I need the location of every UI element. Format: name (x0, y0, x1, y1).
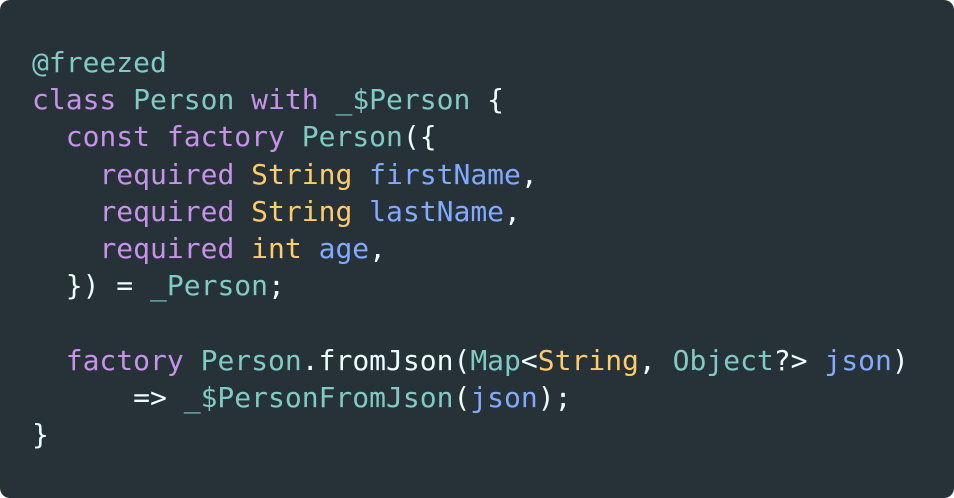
code-snippet-panel: @freezed class Person with _$Person { con… (0, 0, 954, 498)
code-token-class: Person (301, 120, 403, 154)
code-token-param: json (470, 380, 538, 414)
code-line: required String lastName, (32, 193, 922, 230)
code-token-type: int (251, 231, 302, 265)
code-token-class: _$Person (335, 83, 471, 117)
code-token-plain: }) = (32, 269, 151, 303)
code-token-plain: ) (891, 343, 909, 377)
code-token-plain: ( (453, 343, 471, 377)
code-block: @freezed class Person with _$Person { con… (32, 44, 922, 453)
code-token-plain: { (470, 83, 505, 117)
code-token-plain: ); (537, 380, 572, 414)
code-token-type: String (537, 343, 639, 377)
code-token-keyword: class (32, 83, 117, 117)
code-line: }) = _Person; (32, 267, 922, 304)
code-line: required String firstName, (32, 156, 922, 193)
code-token-class: Object (672, 343, 774, 377)
code-token-keyword: required (99, 194, 235, 228)
code-token-keyword: factory (65, 343, 184, 377)
code-token-keyword: const (65, 120, 151, 154)
code-token-plain: , (638, 343, 673, 377)
code-token-plain: ; (268, 269, 285, 303)
code-token-plain: < (520, 343, 538, 377)
code-token-keyword: required (99, 231, 235, 265)
code-token-class: Person (200, 343, 302, 377)
code-token-plain: ( (453, 380, 471, 414)
code-token-keyword: factory (166, 120, 285, 154)
code-token-plain: , (520, 157, 538, 191)
code-line: } (32, 416, 922, 453)
code-line: => _$PersonFromJson(json); (32, 379, 922, 416)
code-token-type: String (251, 157, 353, 191)
code-line: @freezed (32, 44, 922, 81)
code-token-class: Person (133, 83, 235, 117)
code-line: const factory Person({ (32, 118, 922, 155)
code-token-class: Map (470, 343, 521, 377)
code-token-type: String (251, 194, 353, 228)
code-line: class Person with _$Person { (32, 81, 922, 118)
code-token-plain: , (504, 194, 521, 228)
code-token-keyword: required (99, 157, 235, 191)
code-line: factory Person.fromJson(Map<String, Obje… (32, 342, 922, 379)
code-token-plain: => (32, 380, 184, 414)
code-token-annotation: @freezed (32, 46, 167, 79)
code-token-function: fromJson (318, 343, 454, 377)
code-token-plain: ?> (773, 343, 825, 377)
code-token-param: json (824, 343, 892, 377)
code-token-plain: } (32, 417, 49, 451)
code-token-plain: . (301, 343, 319, 377)
code-token-plain: , (369, 231, 387, 265)
code-token-plain: ({ (402, 120, 437, 154)
code-token-class: _Person (150, 269, 269, 303)
code-token-param: lastName (369, 194, 505, 228)
code-token-keyword: with (251, 83, 319, 117)
code-token-class: _$PersonFromJson (183, 380, 454, 414)
code-token-param: age (318, 231, 370, 265)
code-token-param: firstName (369, 157, 521, 191)
code-line: required int age, (32, 230, 922, 267)
